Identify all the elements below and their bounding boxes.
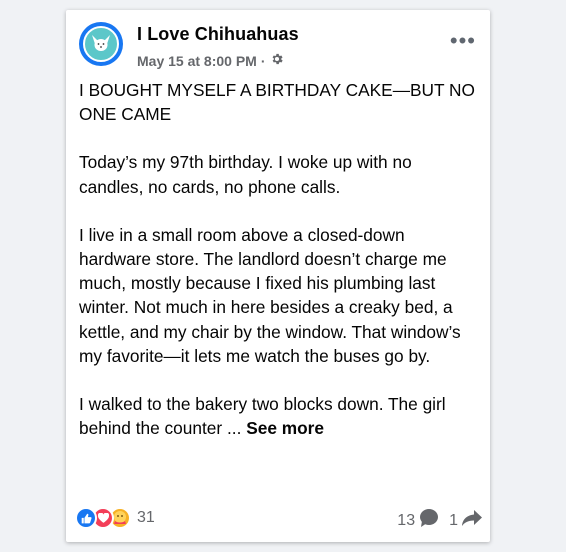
- share-stat[interactable]: 1: [449, 509, 482, 532]
- post-paragraph: Today’s my 97th birthday. I woke up with…: [79, 152, 412, 197]
- see-more-link[interactable]: See more: [246, 418, 324, 438]
- post-title: I BOUGHT MYSELF A BIRTHDAY CAKE—BUT NO O…: [79, 80, 475, 125]
- post-timestamp[interactable]: May 15 at 8:00 PM: [137, 53, 257, 69]
- reaction-count: 31: [137, 509, 155, 526]
- comment-count: 13: [397, 511, 416, 529]
- comment-bubble-icon: [419, 508, 439, 533]
- comment-stat[interactable]: 13: [397, 508, 439, 533]
- post-body: I BOUGHT MYSELF A BIRTHDAY CAKE—BUT NO O…: [79, 78, 479, 464]
- chihuahua-logo-icon: [83, 26, 119, 62]
- post-meta: May 15 at 8:00 PM ·: [137, 52, 284, 69]
- page-avatar[interactable]: [79, 22, 123, 66]
- gear-icon[interactable]: [270, 52, 284, 69]
- post-paragraph: I live in a small room above a closed-do…: [79, 224, 461, 366]
- engagement-stats: 13 1: [397, 508, 482, 533]
- post-card: I Love Chihuahuas May 15 at 8:00 PM · ••…: [66, 10, 490, 542]
- share-arrow-icon: [462, 509, 482, 532]
- meta-separator: ·: [260, 52, 266, 69]
- like-icon: [75, 507, 97, 529]
- page-name-link[interactable]: I Love Chihuahuas: [137, 24, 299, 45]
- share-count: 1: [449, 511, 458, 529]
- post-paragraph-truncated: I walked to the bakery two blocks down. …: [79, 392, 479, 440]
- reaction-summary[interactable]: 31: [75, 507, 155, 529]
- more-options-icon[interactable]: •••: [450, 30, 476, 52]
